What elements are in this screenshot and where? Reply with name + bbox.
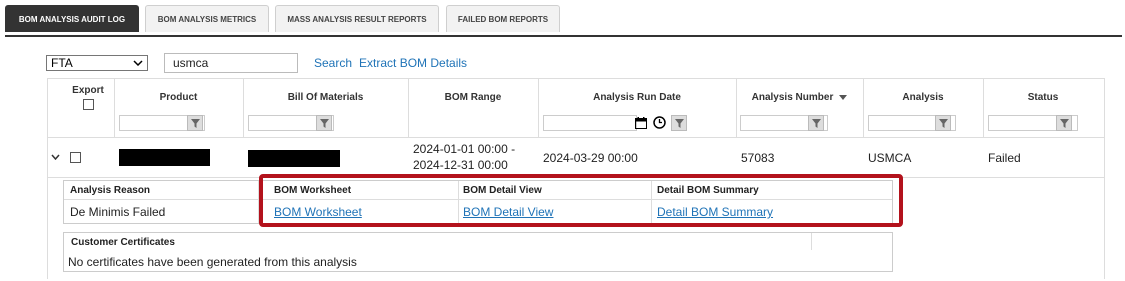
bom-range-start: 2024-01-01 00:00 - <box>413 142 516 156</box>
analysis-reason-value: De Minimis Failed <box>70 205 166 219</box>
tab-bom-analysis-metrics[interactable]: BOM ANALYSIS METRICS <box>145 5 269 32</box>
expand-chevron-icon[interactable] <box>51 154 60 160</box>
analysis-run-date-value: 2024-03-29 00:00 <box>543 151 638 165</box>
product-filter-button[interactable] <box>187 115 203 131</box>
tab-failed-bom-reports[interactable]: FAILED BOM REPORTS <box>446 5 560 32</box>
highlight-box <box>259 174 903 227</box>
bom-filter-button[interactable] <box>316 115 332 131</box>
bom-redaction <box>248 150 340 167</box>
tab-mass-analysis-result-reports[interactable]: MASS ANALYSIS RESULT REPORTS <box>275 5 439 32</box>
filter-bar: FTA usmca Search Extract BOM Details <box>46 53 467 73</box>
sort-down-icon[interactable] <box>839 94 848 100</box>
column-header-analysis-run-date[interactable]: Analysis Run Date <box>538 79 736 115</box>
search-input[interactable]: usmca <box>164 53 298 73</box>
analysis-reason-header: Analysis Reason <box>70 185 151 196</box>
filter-icon <box>674 118 684 128</box>
calendar-icon[interactable] <box>635 117 647 129</box>
column-header-bom-range[interactable]: BOM Range <box>408 79 538 115</box>
row-export-checkbox[interactable] <box>70 152 81 163</box>
status-filter-button[interactable] <box>1056 115 1072 131</box>
column-header-bill-of-materials[interactable]: Bill Of Materials <box>243 79 408 115</box>
customer-certificates-table: Customer Certificates No certificates ha… <box>63 232 893 272</box>
tab-bar: BOM ANALYSIS AUDIT LOG BOM ANALYSIS METR… <box>5 5 1122 37</box>
filter-icon <box>811 118 821 128</box>
column-header-status[interactable]: Status <box>983 79 1103 115</box>
row-divider <box>48 137 1104 138</box>
status-value: Failed <box>988 151 1021 165</box>
filter-icon <box>319 118 329 128</box>
filter-icon <box>1059 118 1069 128</box>
analysis-number-value: 57083 <box>741 151 775 165</box>
fta-select[interactable]: FTA <box>46 55 148 71</box>
run-date-filter-button[interactable] <box>671 115 687 131</box>
filter-icon <box>938 118 948 128</box>
column-header-analysis[interactable]: Analysis <box>863 79 983 115</box>
analysis-number-header-label: Analysis Number <box>751 91 834 103</box>
analysis-value: USMCA <box>868 151 912 165</box>
analysis-number-filter-button[interactable] <box>808 115 824 131</box>
column-header-export: Export <box>68 79 108 115</box>
search-link[interactable]: Search <box>314 56 352 70</box>
extract-bom-details-link[interactable]: Extract BOM Details <box>359 56 467 70</box>
analysis-filter-button[interactable] <box>935 115 951 131</box>
no-certificates-message: No certificates have been generated from… <box>68 255 357 269</box>
fta-select-value: FTA <box>51 56 73 70</box>
chevron-down-icon <box>133 60 143 66</box>
bom-range-end: 2024-12-31 00:00 <box>413 158 508 172</box>
cert-divider <box>811 233 812 250</box>
customer-certificates-header: Customer Certificates <box>71 237 175 248</box>
run-date-filter-input[interactable] <box>543 115 637 131</box>
clock-icon[interactable] <box>653 116 666 129</box>
column-header-product[interactable]: Product <box>114 79 243 115</box>
tab-bom-analysis-audit-log[interactable]: BOM ANALYSIS AUDIT LOG <box>5 5 139 32</box>
export-header-label: Export <box>72 84 104 96</box>
column-header-analysis-number[interactable]: Analysis Number <box>736 79 863 115</box>
filter-icon <box>190 118 200 128</box>
product-redaction <box>119 149 210 166</box>
export-all-checkbox[interactable] <box>82 98 94 110</box>
